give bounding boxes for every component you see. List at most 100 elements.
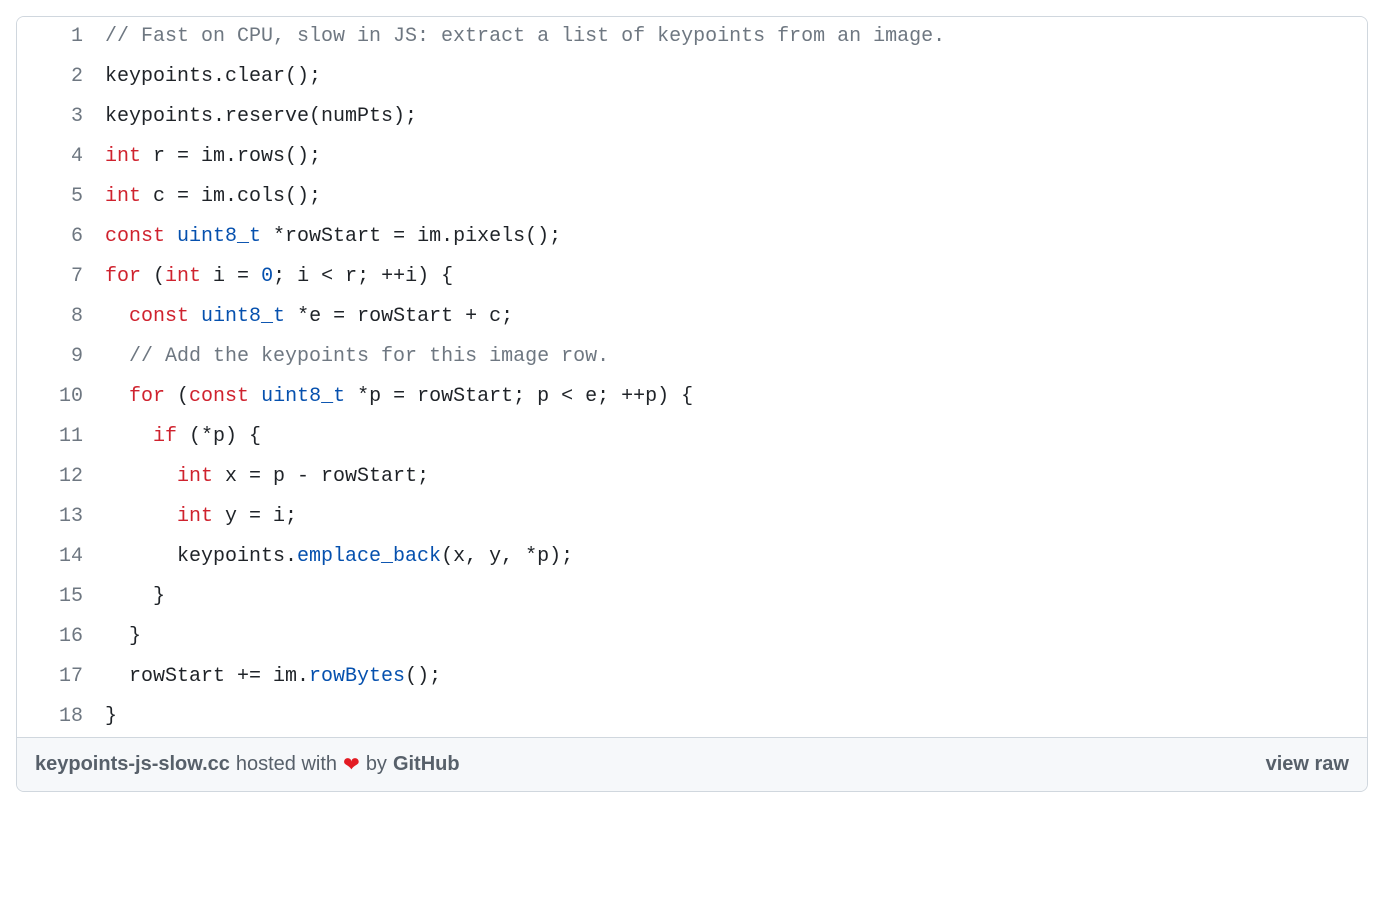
code-line: 12 int x = p - rowStart; [17, 457, 1367, 497]
code-line: 2 keypoints.clear(); [17, 57, 1367, 97]
code-cell[interactable]: keypoints.clear(); [99, 57, 1367, 97]
code-cell[interactable]: if (*p) { [99, 417, 1367, 457]
code-line: 16 } [17, 617, 1367, 657]
code-token: const [189, 385, 249, 408]
gist-hosted-with-text: hosted with [236, 753, 337, 776]
code-token: ( [165, 385, 189, 408]
code-cell[interactable]: for (int i = 0; i < r; ++i) { [99, 257, 1367, 297]
line-number[interactable]: 6 [17, 217, 99, 257]
code-cell[interactable]: // Fast on CPU, slow in JS: extract a li… [99, 17, 1367, 57]
code-cell[interactable]: int y = i; [99, 497, 1367, 537]
line-number[interactable]: 15 [17, 577, 99, 617]
line-number[interactable]: 4 [17, 137, 99, 177]
code-cell[interactable]: const uint8_t *e = rowStart + c; [99, 297, 1367, 337]
code-cell[interactable]: const uint8_t *rowStart = im.pixels(); [99, 217, 1367, 257]
line-number[interactable]: 11 [17, 417, 99, 457]
code-token: i = [201, 265, 261, 288]
code-token: *p = rowStart; p < e; ++p) { [345, 385, 693, 408]
code-token: *e = rowStart + c; [285, 305, 513, 328]
code-token: int [105, 145, 141, 168]
code-cell[interactable]: keypoints.reserve(numPts); [99, 97, 1367, 137]
code-token: emplace_back [297, 545, 441, 568]
code-token [165, 225, 177, 248]
code-token: c = im.cols(); [141, 185, 321, 208]
code-line: 4int r = im.rows(); [17, 137, 1367, 177]
code-cell[interactable]: } [99, 617, 1367, 657]
code-token: 0 [261, 265, 273, 288]
code-line: 6const uint8_t *rowStart = im.pixels(); [17, 217, 1367, 257]
code-cell[interactable]: int x = p - rowStart; [99, 457, 1367, 497]
code-cell[interactable]: rowStart += im.rowBytes(); [99, 657, 1367, 697]
code-token: // Add the keypoints for this image row. [129, 345, 609, 368]
line-number[interactable]: 8 [17, 297, 99, 337]
heart-icon: ❤ [343, 752, 360, 777]
line-number[interactable]: 18 [17, 697, 99, 737]
code-token: for [129, 385, 165, 408]
gist-filename-link[interactable]: keypoints-js-slow.cc [35, 753, 230, 776]
code-token: ; i < r; ++i) { [273, 265, 453, 288]
line-number[interactable]: 14 [17, 537, 99, 577]
code-cell[interactable]: for (const uint8_t *p = rowStart; p < e;… [99, 377, 1367, 417]
code-token: if [153, 425, 177, 448]
gist-meta-bar: keypoints-js-slow.cc hosted with ❤ by Gi… [17, 737, 1367, 791]
code-token: } [105, 585, 165, 608]
code-token: for [105, 265, 141, 288]
code-token: const [105, 225, 165, 248]
code-token [105, 385, 129, 408]
code-token: ( [141, 265, 165, 288]
line-number[interactable]: 9 [17, 337, 99, 377]
line-number[interactable]: 17 [17, 657, 99, 697]
code-token: uint8_t [177, 225, 261, 248]
code-token: (*p) { [177, 425, 261, 448]
line-number[interactable]: 16 [17, 617, 99, 657]
line-number[interactable]: 7 [17, 257, 99, 297]
code-token: keypoints.clear(); [105, 65, 321, 88]
code-token: uint8_t [261, 385, 345, 408]
line-number[interactable]: 12 [17, 457, 99, 497]
code-line: 8 const uint8_t *e = rowStart + c; [17, 297, 1367, 337]
code-token: // Fast on CPU, slow in JS: extract a li… [105, 25, 945, 48]
line-number[interactable]: 10 [17, 377, 99, 417]
code-cell[interactable]: } [99, 577, 1367, 617]
code-token: *rowStart = im.pixels(); [261, 225, 561, 248]
code-cell[interactable]: keypoints.emplace_back(x, y, *p); [99, 537, 1367, 577]
code-line: 17 rowStart += im.rowBytes(); [17, 657, 1367, 697]
gist-host-link[interactable]: GitHub [393, 753, 460, 776]
code-line: 7for (int i = 0; i < r; ++i) { [17, 257, 1367, 297]
code-area: 1 // Fast on CPU, slow in JS: extract a l… [17, 17, 1367, 737]
code-token: r = im.rows(); [141, 145, 321, 168]
code-token: } [105, 705, 117, 728]
code-line: 18} [17, 697, 1367, 737]
code-token: keypoints.reserve(numPts); [105, 105, 417, 128]
code-line: 15 } [17, 577, 1367, 617]
code-token: rowStart += im. [105, 665, 309, 688]
gist-container: 1 // Fast on CPU, slow in JS: extract a l… [16, 16, 1368, 792]
line-number[interactable]: 2 [17, 57, 99, 97]
code-token [105, 425, 153, 448]
code-cell[interactable]: int r = im.rows(); [99, 137, 1367, 177]
code-token [105, 465, 177, 488]
code-token [105, 505, 177, 528]
line-number[interactable]: 3 [17, 97, 99, 137]
code-token: (); [405, 665, 441, 688]
code-cell[interactable]: int c = im.cols(); [99, 177, 1367, 217]
view-raw-link[interactable]: view raw [1266, 753, 1349, 776]
code-token: keypoints. [105, 545, 297, 568]
code-line: 1 // Fast on CPU, slow in JS: extract a l… [17, 17, 1367, 57]
code-token: (x, y, *p); [441, 545, 573, 568]
code-line: 9 // Add the keypoints for this image ro… [17, 337, 1367, 377]
code-token: int [165, 265, 201, 288]
code-line: 5int c = im.cols(); [17, 177, 1367, 217]
code-token: int [177, 505, 213, 528]
code-cell[interactable]: // Add the keypoints for this image row. [99, 337, 1367, 377]
gist-meta-left: keypoints-js-slow.cc hosted with ❤ by Gi… [35, 752, 460, 777]
code-token: y = i; [213, 505, 297, 528]
line-number[interactable]: 5 [17, 177, 99, 217]
line-number[interactable]: 1 [17, 17, 99, 57]
code-line: 13 int y = i; [17, 497, 1367, 537]
code-line: 11 if (*p) { [17, 417, 1367, 457]
code-cell[interactable]: } [99, 697, 1367, 737]
gist-by-text: by [366, 753, 387, 776]
code-token: int [105, 185, 141, 208]
line-number[interactable]: 13 [17, 497, 99, 537]
